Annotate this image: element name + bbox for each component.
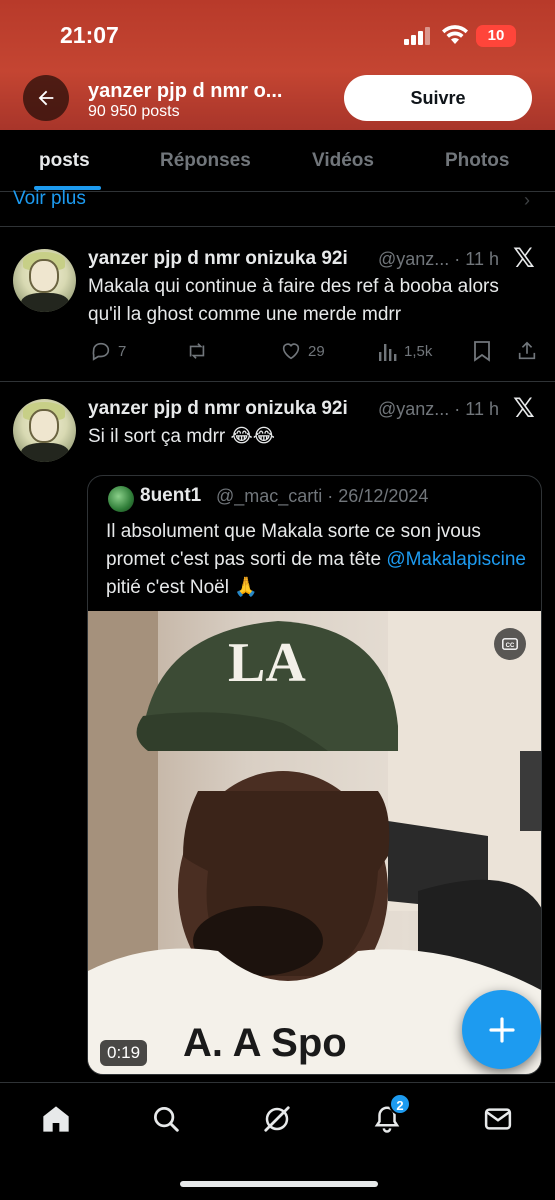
show-more-link[interactable]: Voir plus: [13, 188, 86, 210]
quoted-text-part: pitié c'est Noël 🙏: [106, 577, 258, 598]
reply-button[interactable]: 7: [90, 340, 126, 362]
quoted-avatar: [108, 486, 134, 512]
svg-text:A. A Spo: A. A Spo: [183, 1021, 347, 1065]
tweet-author-handle: @yanz... · 11 h: [378, 399, 499, 419]
quoted-tweet[interactable]: 8uent1 @_mac_carti · 26/12/2024 Il absol…: [87, 475, 542, 1075]
profile-header-banner: 21:07 10 yanzer pjp d nmr o... 90 950 po…: [0, 0, 555, 130]
grok-icon: [264, 1106, 290, 1132]
tab-photos[interactable]: Photos: [445, 150, 509, 172]
bookmark-icon: [474, 341, 490, 362]
home-indicator[interactable]: [180, 1181, 378, 1187]
tweet-author-handle: @yanz... · 11 h: [378, 249, 499, 269]
back-button[interactable]: [23, 75, 69, 121]
tweet-author-name[interactable]: yanzer pjp d nmr onizuka 92i: [88, 248, 348, 270]
home-icon: [43, 1106, 69, 1132]
compose-button[interactable]: [462, 990, 541, 1069]
nav-grok[interactable]: [257, 1099, 297, 1139]
nav-notifications[interactable]: 2: [367, 1093, 411, 1139]
nav-search[interactable]: [146, 1099, 186, 1139]
svg-text:LA: LA: [228, 632, 306, 694]
mention-link[interactable]: @Makalapiscine: [386, 549, 526, 570]
notification-badge: 2: [389, 1093, 411, 1115]
avatar[interactable]: [13, 399, 76, 462]
tab-replies[interactable]: Réponses: [160, 150, 251, 172]
tweet-text: Si il sort ça mdrr 😂😂: [88, 426, 275, 447]
like-button[interactable]: 29: [280, 340, 325, 362]
quoted-tweet-text: Il absolument que Makala sorte ce son jv…: [106, 518, 536, 602]
cellular-signal-icon: [404, 27, 432, 50]
video-duration: 0:19: [100, 1040, 148, 1066]
nav-messages[interactable]: [478, 1099, 518, 1139]
cc-label: CC: [506, 643, 515, 649]
x-logo-icon: 𝕏: [513, 243, 535, 273]
repost-icon: [189, 343, 205, 359]
share-icon: [518, 341, 536, 360]
views-icon: [379, 344, 397, 361]
chevron-right-icon: ›: [524, 190, 530, 210]
tweet-text: Makala qui continue à faire des ref à bo…: [88, 276, 499, 325]
reply-count: 7: [118, 342, 127, 360]
profile-tabs: posts Réponses Vidéos Photos: [0, 130, 555, 192]
profile-name: yanzer pjp d nmr o...: [88, 80, 283, 102]
closed-captions-icon[interactable]: CC: [494, 628, 526, 660]
search-icon: [154, 1107, 179, 1132]
nav-home[interactable]: [36, 1099, 76, 1139]
status-time: 21:07: [60, 22, 119, 48]
tab-posts[interactable]: posts: [39, 150, 90, 172]
x-logo-icon: 𝕏: [513, 393, 535, 423]
quoted-author-name: 8uent1: [140, 485, 202, 506]
battery-indicator: 10: [476, 25, 516, 47]
heart-icon: [282, 343, 300, 360]
tab-videos[interactable]: Vidéos: [312, 150, 374, 172]
bookmark-button[interactable]: [472, 340, 492, 362]
quoted-author-handle: @_mac_carti · 26/12/2024: [216, 486, 429, 506]
divider: [0, 381, 555, 382]
tweet-author-name[interactable]: yanzer pjp d nmr onizuka 92i: [88, 398, 348, 420]
repost-button[interactable]: [185, 340, 215, 362]
plus-icon: [488, 1016, 515, 1043]
follow-button[interactable]: Suivre: [344, 75, 532, 121]
arrow-left-icon: [38, 90, 54, 106]
share-button[interactable]: [516, 340, 538, 362]
view-count: 1,5k: [404, 342, 433, 360]
views-button[interactable]: 1,5k: [378, 340, 432, 362]
messages-icon: [484, 1108, 512, 1130]
reply-icon: [92, 342, 110, 361]
avatar[interactable]: [13, 249, 76, 312]
divider: [0, 226, 555, 227]
wifi-icon: [441, 24, 469, 51]
like-count: 29: [308, 342, 325, 360]
status-bar: 21:07 10: [0, 22, 555, 52]
post-count: 90 950 posts: [88, 103, 180, 120]
